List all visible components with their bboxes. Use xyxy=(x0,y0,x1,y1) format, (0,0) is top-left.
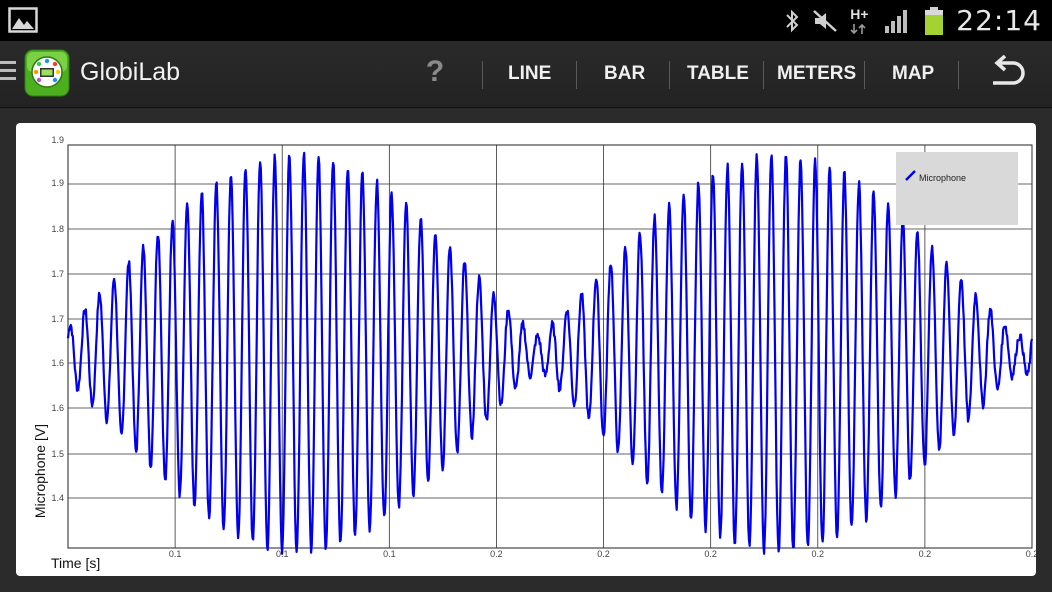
y-tick-label: 1.8 xyxy=(51,224,64,234)
toolbar-divider xyxy=(763,61,764,89)
line-chart[interactable]: 1.41.51.61.61.71.71.81.91.9 0.1 0.1 0.1 0.2… xyxy=(16,123,1036,576)
x-tick-label: 0.1 xyxy=(383,549,396,559)
y-axis-ticks: 1.4 1.5 1.6 1.6 1.7 1.7 1.8 1.9 1.9 xyxy=(51,135,64,503)
toolbar-divider xyxy=(576,61,577,89)
y-tick-label: 1.5 xyxy=(51,449,64,459)
x-tick-label: 0.2 xyxy=(597,549,610,559)
tab-bar[interactable]: BAR xyxy=(604,63,645,85)
network-type-label: H+ xyxy=(850,5,869,22)
clock: 22:14 xyxy=(956,4,1042,37)
help-button[interactable]: ? xyxy=(422,55,448,89)
tab-table[interactable]: TABLE xyxy=(687,63,749,85)
y-axis-label: Microphone [V] xyxy=(32,423,48,519)
app-title: GlobiLab xyxy=(80,58,181,86)
chart-legend: Microphone xyxy=(896,152,1018,225)
network-type-indicator: H+ xyxy=(850,6,872,36)
back-icon[interactable] xyxy=(985,54,1029,93)
legend-box xyxy=(896,152,1018,225)
tab-map[interactable]: MAP xyxy=(892,63,934,85)
toolbar-divider xyxy=(669,61,670,89)
x-tick-label: 0.2 xyxy=(812,549,825,559)
y-tick-label: 1.7 xyxy=(51,269,64,279)
legend-label-microphone: Microphone xyxy=(919,173,966,183)
x-tick-label: 0.2 xyxy=(919,549,932,559)
menu-icon[interactable] xyxy=(0,61,16,85)
bluetooth-icon xyxy=(784,9,800,33)
toolbar-divider xyxy=(482,61,483,89)
x-tick-label: 0.2 xyxy=(704,549,717,559)
tab-meters[interactable]: METERS xyxy=(777,63,856,85)
app-logo-icon[interactable] xyxy=(24,49,70,97)
chart-card: 1.4 1.5 1.6 1.6 1.7 1.7 1.8 1.9 1.9 0.1 0.1 0.1 0.2… xyxy=(16,123,1036,576)
y-tick-label: 1.9 xyxy=(51,178,64,188)
series-line-microphone xyxy=(66,151,1034,555)
status-bar: H+ 22:14 xyxy=(0,0,1052,41)
x-axis-label: Time [s] xyxy=(51,555,101,571)
toolbar-divider xyxy=(864,61,865,89)
y-tick-label: 1.9 xyxy=(51,135,64,145)
action-bar: GlobiLab ? LINE BAR TABLE METERS MAP xyxy=(0,41,1052,108)
y-tick-label: 1.4 xyxy=(51,493,64,503)
x-tick-label: 0.1 xyxy=(169,549,182,559)
y-tick-label: 1.6 xyxy=(51,358,64,368)
y-tick-label: 1.6 xyxy=(51,403,64,413)
tab-line[interactable]: LINE xyxy=(508,63,551,85)
gallery-icon xyxy=(8,6,38,34)
battery-icon xyxy=(924,6,944,36)
x-tick-label: 0.2 xyxy=(1026,549,1036,559)
signal-icon xyxy=(884,8,912,34)
x-tick-label: 0.2 xyxy=(490,549,503,559)
mute-icon xyxy=(812,9,838,33)
x-axis-ticks: 0.1 0.1 0.1 0.2 0.2 0.2 0.2 0.2 0.2 xyxy=(169,549,1036,559)
y-tick-label: 1.7 xyxy=(51,314,64,324)
toolbar-divider xyxy=(958,61,959,89)
